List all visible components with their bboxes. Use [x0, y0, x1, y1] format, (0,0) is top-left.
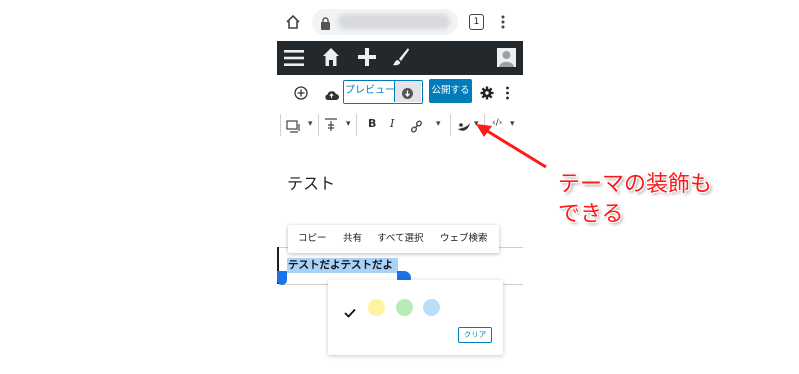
context-menu-share[interactable]: 共有: [343, 226, 362, 252]
home-icon[interactable]: [322, 47, 340, 67]
paragraph-text[interactable]: テストだよテストだよ: [288, 258, 393, 273]
divider: [280, 114, 281, 136]
theme-decoration-icon[interactable]: [457, 118, 471, 131]
bold-icon[interactable]: B: [368, 117, 376, 130]
more-formats-chevron-icon[interactable]: ▾: [436, 119, 441, 129]
post-title[interactable]: テスト: [287, 170, 335, 194]
avatar[interactable]: [497, 48, 516, 67]
lock-icon: [320, 15, 331, 30]
divider: [450, 114, 451, 136]
checkmark-icon: [344, 303, 356, 318]
settings-gear-icon[interactable]: [480, 85, 494, 100]
color-swatch-blue[interactable]: [423, 299, 440, 316]
tab-count-button[interactable]: 1: [469, 14, 484, 30]
more-options-icon[interactable]: [505, 85, 510, 100]
context-menu-copy[interactable]: コピー: [298, 226, 327, 252]
context-menu-select-all[interactable]: すべて選択: [377, 226, 423, 252]
external-link-icon: [401, 85, 414, 99]
link-icon[interactable]: [410, 118, 423, 133]
chevron-down-icon[interactable]: ▾: [346, 119, 351, 129]
home-icon[interactable]: [285, 14, 301, 30]
menu-icon[interactable]: [284, 49, 304, 67]
context-menu-web-search[interactable]: ウェブ検索: [440, 226, 488, 252]
annotation-arrow: [470, 120, 550, 170]
clear-button[interactable]: クリア: [458, 327, 492, 343]
plus-icon[interactable]: [358, 48, 376, 66]
brush-icon[interactable]: [392, 47, 410, 67]
add-block-icon[interactable]: [294, 85, 308, 100]
italic-icon[interactable]: I: [390, 117, 394, 130]
divider: [318, 114, 319, 136]
more-vert-icon[interactable]: [500, 14, 506, 30]
annotation-line-2: できる: [558, 202, 624, 227]
chevron-down-icon[interactable]: ▾: [308, 119, 313, 129]
annotation-line-1: テーマの装飾も: [558, 172, 713, 197]
align-icon[interactable]: [324, 117, 338, 132]
selection-handle-left[interactable]: [277, 271, 287, 285]
color-swatch-yellow[interactable]: [368, 299, 385, 316]
annotation-callout: テーマの装飾も できる: [558, 170, 712, 230]
color-swatch-green[interactable]: [396, 299, 413, 316]
divider: [356, 114, 357, 136]
block-type-icon[interactable]: [286, 118, 301, 133]
preview-button[interactable]: プレビュー: [345, 81, 395, 101]
cloud-upload-icon[interactable]: [324, 86, 339, 100]
publish-button[interactable]: 公開する: [429, 79, 472, 103]
url-text-blurred: [338, 14, 450, 29]
